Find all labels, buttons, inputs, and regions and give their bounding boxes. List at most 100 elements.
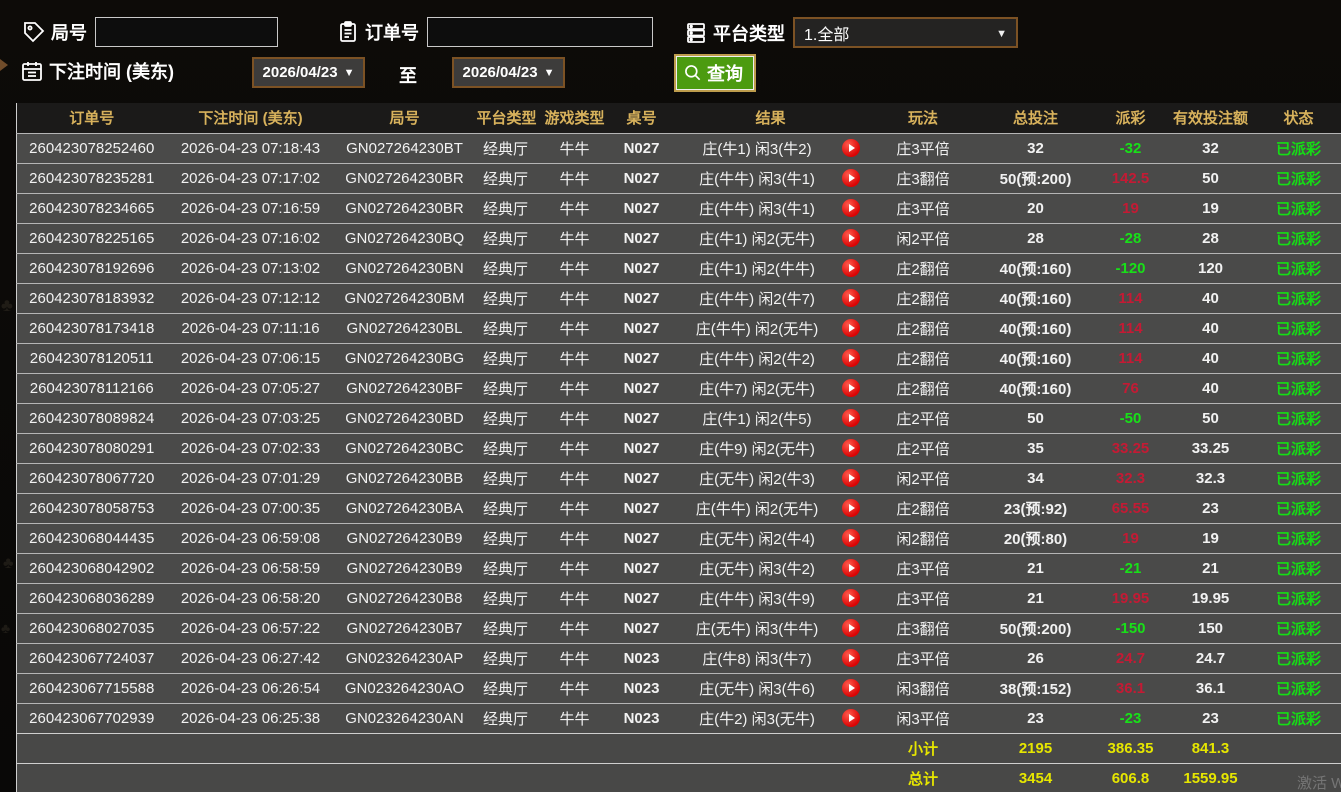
status-badge: 已派彩 xyxy=(1256,703,1341,733)
valid-bet-cell: 50 xyxy=(1166,403,1256,433)
order-id-cell: 260423067715588 xyxy=(17,673,167,703)
status-badge: 已派彩 xyxy=(1256,643,1341,673)
table-no-cell: N027 xyxy=(613,163,671,193)
result-text: 庄(牛1) 闲2(牛牛) xyxy=(673,258,842,279)
subtotal-row: 小计 2195 386.35 841.3 xyxy=(17,733,1341,763)
round-id-input[interactable] xyxy=(95,17,278,47)
play-type-cell: 庄3平倍 xyxy=(871,643,976,673)
table-no-cell: N027 xyxy=(613,253,671,283)
order-id-cell: 260423078225165 xyxy=(17,223,167,253)
play-video-icon[interactable] xyxy=(842,469,860,487)
game-type-cell: 牛牛 xyxy=(537,223,613,253)
game-type-cell: 牛牛 xyxy=(537,283,613,313)
play-video-icon[interactable] xyxy=(842,679,860,697)
tag-icon xyxy=(22,20,46,44)
col-header-platform: 平台类型 xyxy=(475,103,537,133)
play-video-icon[interactable] xyxy=(842,439,860,457)
platform-type-select[interactable]: 1.全部 ▼ xyxy=(793,17,1018,48)
play-video-icon[interactable] xyxy=(842,169,860,187)
table-row: 260423078235281 2026-04-23 07:17:02 GN02… xyxy=(17,163,1341,193)
platform-cell: 经典厅 xyxy=(475,193,537,223)
result-cell: 庄(无牛) 闲3(牛6) xyxy=(671,673,871,703)
platform-cell: 经典厅 xyxy=(475,283,537,313)
table-no-cell: N027 xyxy=(613,313,671,343)
play-video-icon[interactable] xyxy=(842,409,860,427)
table-footer: 小计 2195 386.35 841.3 总计 3454 606.8 1559.… xyxy=(17,733,1341,792)
game-type-cell: 牛牛 xyxy=(537,553,613,583)
order-id-input[interactable] xyxy=(427,17,653,47)
play-video-icon[interactable] xyxy=(842,709,860,727)
bet-time-cell: 2026-04-23 06:59:08 xyxy=(167,523,335,553)
table-row: 260423078192696 2026-04-23 07:13:02 GN02… xyxy=(17,253,1341,283)
payout-cell: 33.25 xyxy=(1096,433,1166,463)
play-video-icon[interactable] xyxy=(842,529,860,547)
total-bet-cell: 34 xyxy=(976,463,1096,493)
play-video-icon[interactable] xyxy=(842,199,860,217)
status-badge: 已派彩 xyxy=(1256,493,1341,523)
query-button[interactable]: 查询 xyxy=(676,56,754,90)
play-video-icon[interactable] xyxy=(842,589,860,607)
table-no-cell: N027 xyxy=(613,133,671,163)
game-type-cell: 牛牛 xyxy=(537,133,613,163)
platform-filter-group: 平台类型 1.全部 ▼ xyxy=(684,17,1018,48)
bet-time-cell: 2026-04-23 06:58:59 xyxy=(167,553,335,583)
total-valid-bet: 1559.95 xyxy=(1166,763,1256,792)
play-video-icon[interactable] xyxy=(842,289,860,307)
payout-cell: 32.3 xyxy=(1096,463,1166,493)
table-row: 260423078225165 2026-04-23 07:16:02 GN02… xyxy=(17,223,1341,253)
result-text: 庄(牛牛) 闲2(牛2) xyxy=(673,348,842,369)
table-row: 260423078173418 2026-04-23 07:11:16 GN02… xyxy=(17,313,1341,343)
total-bet-cell: 38(预:152) xyxy=(976,673,1096,703)
play-video-icon[interactable] xyxy=(842,229,860,247)
order-id-cell: 260423078120511 xyxy=(17,343,167,373)
result-text: 庄(牛牛) 闲2(无牛) xyxy=(673,498,842,519)
table-header: 订单号 下注时间 (美东) 局号 平台类型 游戏类型 桌号 结果 玩法 总投注 … xyxy=(17,103,1341,133)
result-text: 庄(无牛) 闲3(牛6) xyxy=(673,678,842,699)
order-id-cell: 260423078112166 xyxy=(17,373,167,403)
col-header-game-type: 游戏类型 xyxy=(537,103,613,133)
round-id-cell: GN027264230BB xyxy=(335,463,475,493)
filter-bar: 局号 订单号 平台类型 1.全部 ▼ 下注时间 (美东) xyxy=(0,0,1341,103)
total-bet-cell: 32 xyxy=(976,133,1096,163)
club-suit-decoration: ♣ xyxy=(1,620,10,636)
play-video-icon[interactable] xyxy=(842,319,860,337)
play-video-icon[interactable] xyxy=(842,349,860,367)
total-bet-cell: 50 xyxy=(976,403,1096,433)
table-no-cell: N027 xyxy=(613,283,671,313)
payout-cell: 65.55 xyxy=(1096,493,1166,523)
play-type-cell: 闲3平倍 xyxy=(871,703,976,733)
order-id-cell: 260423078089824 xyxy=(17,403,167,433)
play-video-icon[interactable] xyxy=(842,139,860,157)
date-from-value: 2026/04/23 xyxy=(263,64,338,81)
date-to-picker[interactable]: 2026/04/23▼ xyxy=(452,57,565,88)
total-bet-cell: 40(预:160) xyxy=(976,343,1096,373)
play-type-cell: 闲3翻倍 xyxy=(871,673,976,703)
result-cell: 庄(牛8) 闲3(牛7) xyxy=(671,643,871,673)
platform-cell: 经典厅 xyxy=(475,643,537,673)
col-header-valid-bet: 有效投注额 xyxy=(1166,103,1256,133)
play-video-icon[interactable] xyxy=(842,259,860,277)
play-video-icon[interactable] xyxy=(842,559,860,577)
play-type-cell: 庄2平倍 xyxy=(871,433,976,463)
play-video-icon[interactable] xyxy=(842,499,860,517)
table-row: 260423068036289 2026-04-23 06:58:20 GN02… xyxy=(17,583,1341,613)
date-from-picker[interactable]: 2026/04/23▼ xyxy=(252,57,365,88)
platform-cell: 经典厅 xyxy=(475,133,537,163)
clipboard-icon xyxy=(336,20,360,44)
result-cell: 庄(牛1) 闲2(牛5) xyxy=(671,403,871,433)
result-text: 庄(无牛) 闲3(牛牛) xyxy=(673,618,842,639)
status-badge: 已派彩 xyxy=(1256,373,1341,403)
play-video-icon[interactable] xyxy=(842,649,860,667)
order-filter-group: 订单号 xyxy=(336,17,653,47)
result-cell: 庄(牛牛) 闲3(牛1) xyxy=(671,193,871,223)
game-type-cell: 牛牛 xyxy=(537,193,613,223)
round-id-cell: GN027264230B9 xyxy=(335,523,475,553)
chevron-down-icon: ▼ xyxy=(996,28,1007,40)
play-video-icon[interactable] xyxy=(842,619,860,637)
valid-bet-cell: 32.3 xyxy=(1166,463,1256,493)
round-id-cell: GN027264230B9 xyxy=(335,553,475,583)
valid-bet-cell: 40 xyxy=(1166,343,1256,373)
bet-time-cell: 2026-04-23 07:16:59 xyxy=(167,193,335,223)
play-video-icon[interactable] xyxy=(842,379,860,397)
table-row: 260423067724037 2026-04-23 06:27:42 GN02… xyxy=(17,643,1341,673)
